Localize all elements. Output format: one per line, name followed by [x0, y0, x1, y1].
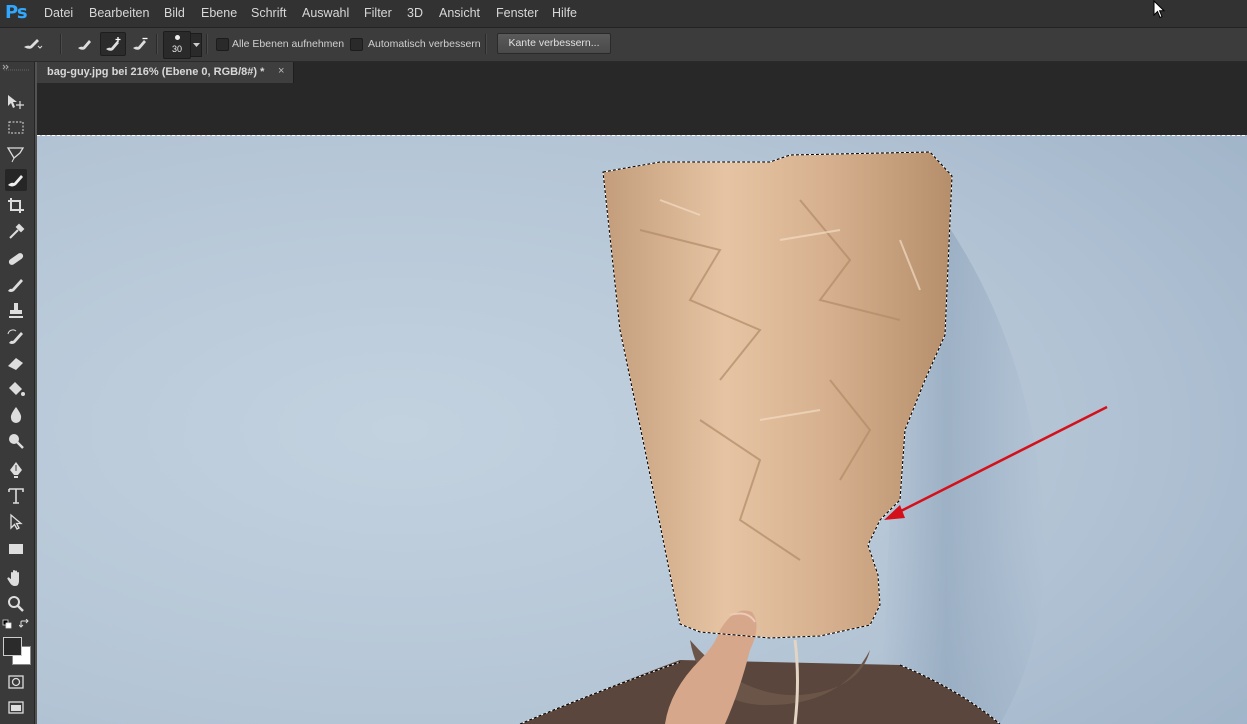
menu-datei[interactable]: Datei	[44, 6, 73, 20]
brush-size-dropdown[interactable]	[190, 33, 202, 57]
zoom-icon	[8, 596, 24, 612]
sample-all-layers-checkbox[interactable]	[216, 38, 229, 51]
brush-tool[interactable]	[5, 274, 27, 296]
photoshop-logo: Ps	[5, 2, 28, 23]
lasso-tool[interactable]	[5, 143, 27, 165]
history-brush-icon	[7, 329, 23, 344]
brush-size-value: 30	[171, 44, 182, 54]
clone-stamp-icon	[9, 303, 23, 318]
tool-preset-picker[interactable]	[20, 32, 44, 54]
menu-bar: Ps Datei Bearbeiten Bild Ebene Schrift A…	[0, 0, 1247, 28]
menu-ansicht[interactable]: Ansicht	[439, 6, 480, 20]
screen-mode-button[interactable]	[5, 696, 27, 718]
brush-icon	[8, 279, 23, 292]
menu-fenster[interactable]: Fenster	[496, 6, 538, 20]
auto-enhance-checkbox[interactable]	[350, 38, 363, 51]
quick-mask-icon	[8, 675, 24, 689]
rectangle-icon	[9, 544, 23, 554]
document-tab-bar: bag-guy.jpg bei 216% (Ebene 0, RGB/8#) *…	[37, 62, 1247, 83]
brush-subtract-icon	[133, 37, 148, 50]
swap-colors-icon[interactable]	[19, 619, 31, 629]
move-tool[interactable]	[5, 91, 27, 113]
type-icon	[8, 488, 24, 504]
path-selection-icon	[10, 513, 23, 530]
blur-tool[interactable]	[5, 404, 27, 426]
subtract-from-selection-button[interactable]	[128, 32, 152, 54]
separator	[206, 34, 208, 54]
paint-bucket-icon	[9, 382, 25, 396]
quick-selection-tool[interactable]	[5, 169, 27, 191]
menu-filter[interactable]: Filter	[364, 6, 392, 20]
brush-new-icon	[78, 40, 91, 50]
auto-enhance-label: Automatisch verbessern	[368, 38, 481, 50]
type-tool[interactable]	[5, 485, 27, 507]
pen-icon	[10, 462, 22, 478]
close-icon[interactable]: ×	[278, 65, 284, 77]
foreground-color-swatch[interactable]	[3, 637, 22, 656]
history-brush-tool[interactable]	[5, 326, 27, 348]
sample-all-layers-label: Alle Ebenen aufnehmen	[232, 38, 345, 50]
dodge-tool[interactable]	[5, 430, 27, 452]
screen-mode-icon	[8, 701, 24, 714]
document-image[interactable]	[37, 135, 1247, 724]
mouse-cursor-icon	[1153, 0, 1166, 19]
eyedropper-icon	[9, 223, 25, 239]
crop-tool[interactable]	[5, 195, 27, 217]
tools-panel	[0, 62, 35, 724]
menu-auswahl[interactable]: Auswahl	[302, 6, 349, 20]
refine-edge-button[interactable]: Kante verbessern...	[497, 33, 611, 54]
menu-hilfe[interactable]: Hilfe	[552, 6, 577, 20]
separator	[485, 34, 487, 54]
zoom-tool[interactable]	[5, 593, 27, 615]
chevron-down-icon	[192, 42, 200, 47]
menu-ebene[interactable]: Ebene	[201, 6, 237, 20]
lasso-icon	[6, 147, 25, 163]
default-colors-icon[interactable]	[2, 619, 14, 629]
document-tab[interactable]: bag-guy.jpg bei 216% (Ebene 0, RGB/8#) *…	[37, 62, 294, 83]
eraser-icon	[8, 358, 23, 370]
marquee-tool[interactable]	[5, 117, 27, 139]
new-selection-button[interactable]	[73, 32, 97, 54]
panel-grip-icon[interactable]	[0, 62, 34, 72]
options-bar: 30 Alle Ebenen aufnehmen Automatisch ver…	[0, 28, 1247, 62]
add-to-selection-button[interactable]	[100, 32, 126, 56]
brush-size-picker[interactable]: 30	[163, 31, 191, 59]
healing-brush-tool[interactable]	[5, 248, 27, 270]
paint-bucket-tool[interactable]	[5, 378, 27, 400]
document-tab-title: bag-guy.jpg bei 216% (Ebene 0, RGB/8#) *	[47, 66, 265, 78]
brush-add-icon	[106, 37, 121, 51]
canvas-area[interactable]	[37, 83, 1247, 724]
quick-mask-button[interactable]	[5, 671, 27, 693]
menu-bearbeiten[interactable]: Bearbeiten	[89, 6, 149, 20]
separator	[156, 34, 158, 54]
separator	[60, 34, 62, 54]
rectangle-tool[interactable]	[5, 538, 27, 560]
healing-brush-icon	[8, 253, 24, 265]
blur-icon	[10, 407, 22, 423]
move-icon	[8, 95, 24, 109]
quick-selection-icon	[8, 175, 23, 187]
dodge-icon	[9, 434, 24, 449]
hand-icon	[7, 570, 19, 586]
eraser-tool[interactable]	[5, 352, 27, 374]
marquee-icon	[8, 121, 24, 134]
clone-stamp-tool[interactable]	[5, 300, 27, 322]
hand-tool[interactable]	[5, 567, 27, 589]
path-selection-tool[interactable]	[5, 511, 27, 533]
brush-tip-icon	[175, 35, 180, 40]
menu-schrift[interactable]: Schrift	[251, 6, 286, 20]
pen-tool[interactable]	[5, 459, 27, 481]
menu-bild[interactable]: Bild	[164, 6, 185, 20]
eyedropper-tool[interactable]	[5, 221, 27, 243]
crop-icon	[8, 198, 24, 213]
menu-3d[interactable]: 3D	[407, 6, 423, 20]
quick-selection-icon	[24, 39, 43, 49]
